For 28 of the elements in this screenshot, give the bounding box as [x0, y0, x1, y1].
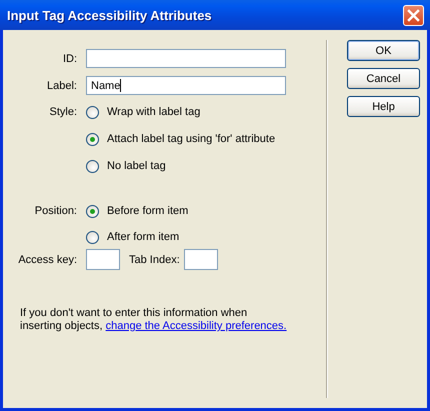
radio-label[interactable]: After form item [107, 231, 180, 243]
group-label: Position: [34, 205, 77, 217]
info-text: If you don't want to enter this information when inserting objects, change the Accessibility preferences. [20, 307, 288, 333]
close-button[interactable] [403, 4, 424, 26]
group-label: Style: [48, 106, 77, 118]
radio-label[interactable]: Attach label tag using 'for' attribute [107, 133, 276, 145]
field-label: Access key: [17, 254, 77, 266]
dialog-button[interactable]: Help [347, 96, 420, 117]
radio-label[interactable]: No label tag [107, 160, 166, 172]
field-label: Label: [46, 80, 77, 92]
radio-button[interactable] [86, 160, 99, 172]
field-label: Tab Index: [129, 254, 180, 266]
preferences-link[interactable]: change the Accessibility preferences. [106, 320, 287, 332]
tab-index-field[interactable] [184, 249, 218, 270]
text-field[interactable] [86, 49, 286, 68]
dialog-button[interactable]: Cancel [347, 68, 420, 89]
window-title: Input Tag Accessibility Attributes [7, 8, 212, 22]
radio-label[interactable]: Wrap with label tag [107, 106, 200, 118]
close-icon [407, 8, 420, 22]
access-key-field[interactable] [86, 249, 120, 270]
dialog-button[interactable]: OK [347, 40, 420, 61]
radio-label[interactable]: Before form item [107, 205, 188, 217]
text-field[interactable]: Name [86, 76, 286, 95]
radio-button[interactable] [86, 106, 99, 118]
field-label: ID: [62, 52, 77, 64]
radio-button[interactable] [86, 132, 99, 146]
radio-button[interactable] [86, 204, 99, 218]
radio-button[interactable] [86, 230, 99, 244]
